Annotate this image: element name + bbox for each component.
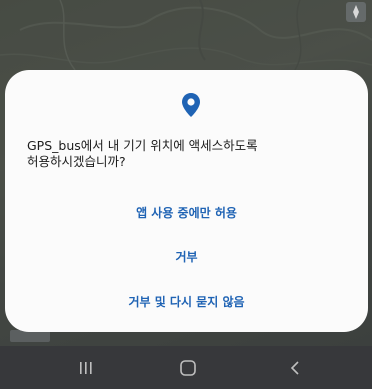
allow-while-using-button[interactable]: 앱 사용 중에만 허용 [5, 204, 368, 221]
system-navigation-bar [0, 346, 372, 389]
compass-icon[interactable] [346, 2, 366, 22]
home-icon[interactable] [176, 358, 200, 378]
message-line-2: 허용하시겠습니까? [27, 154, 126, 169]
deny-dont-ask-button[interactable]: 거부 및 다시 묻지 않음 [5, 293, 368, 310]
back-icon[interactable] [284, 358, 308, 378]
location-permission-dialog: GPS_bus에서 내 기기 위치에 액세스하도록 허용하시겠습니까? 앱 사용… [5, 70, 368, 332]
deny-button[interactable]: 거부 [5, 248, 368, 265]
location-pin-icon [182, 93, 200, 117]
message-line-1: GPS_bus에서 내 기기 위치에 액세스하도록 [27, 138, 258, 153]
recent-apps-icon[interactable] [74, 358, 98, 378]
permission-message: GPS_bus에서 내 기기 위치에 액세스하도록 허용하시겠습니까? [27, 138, 347, 170]
